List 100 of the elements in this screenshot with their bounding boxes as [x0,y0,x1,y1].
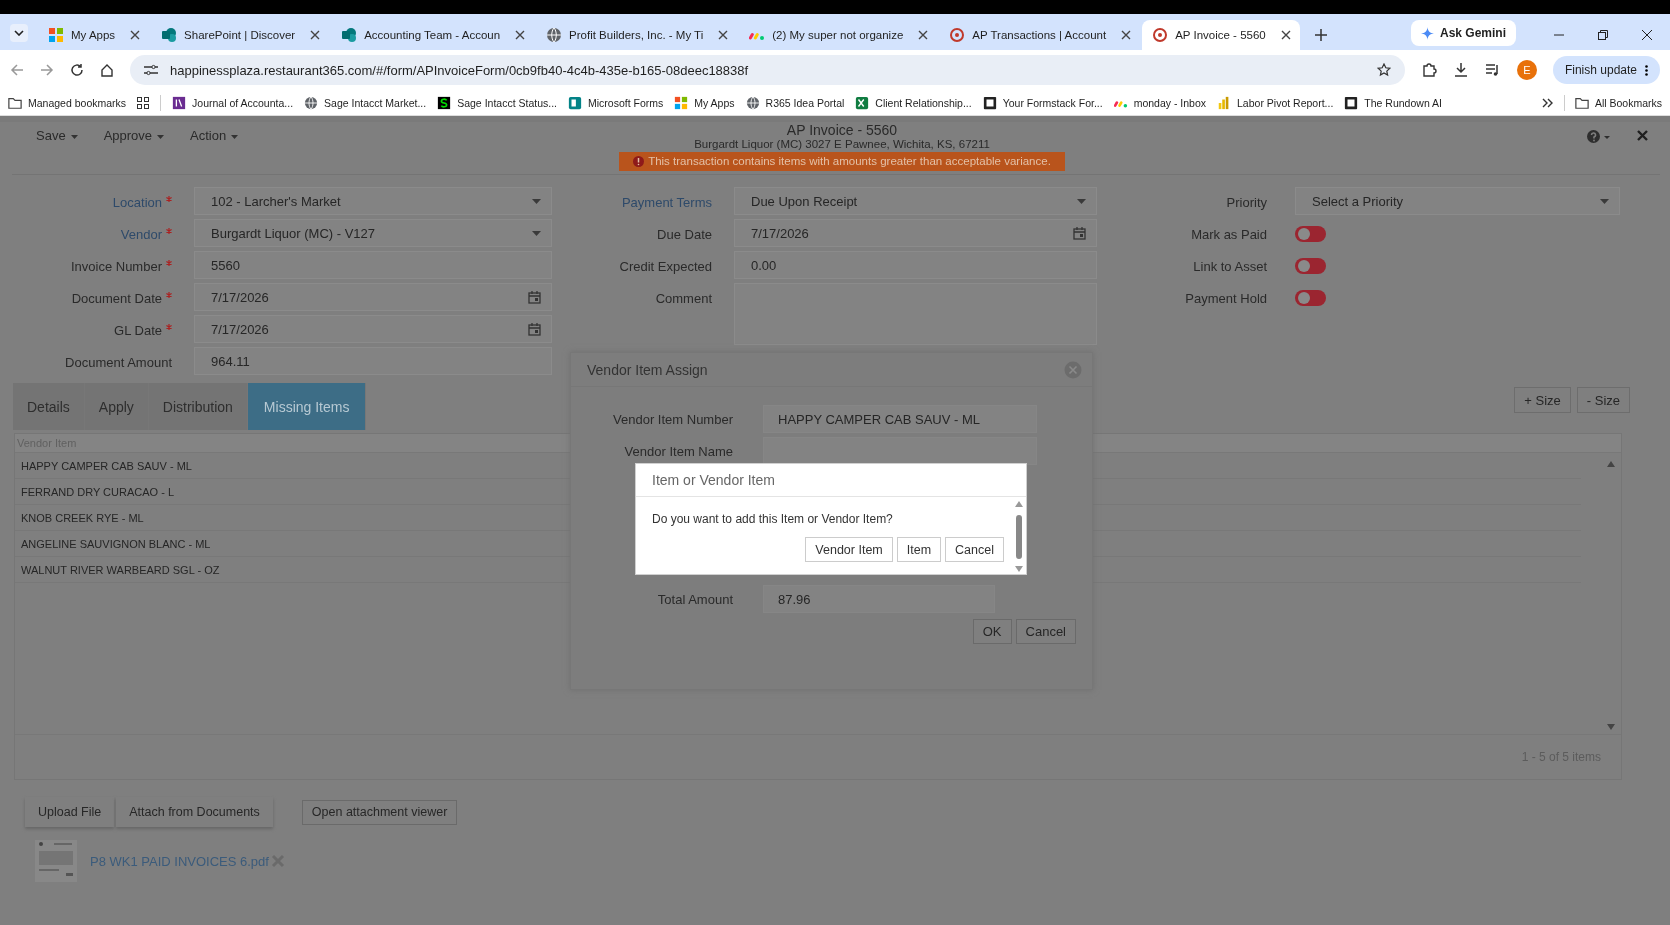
bookmark[interactable]: All Bookmarks [1574,95,1662,110]
calendar-icon[interactable] [528,290,541,304]
bookmark[interactable]: Sage Intacct Market... [304,95,427,110]
attach-button[interactable]: Upload File [25,797,115,827]
select-field[interactable]: 102 - Larcher's Market [194,187,552,215]
more-bookmarks-icon[interactable] [1541,97,1554,108]
input-field[interactable]: 0.00 [734,251,1097,279]
field-label: Comment [654,289,712,308]
calendar-icon[interactable] [528,322,541,336]
close-icon[interactable] [130,30,141,40]
modal-button[interactable]: Cancel [1015,619,1076,644]
apps-icon[interactable] [137,96,150,109]
new-tab-icon[interactable] [1313,28,1328,42]
form-tab[interactable]: Details [13,383,85,430]
bookmark[interactable]: Your Formstack For... [982,95,1103,110]
input-field[interactable]: 87.96 [763,585,995,613]
bookmark[interactable]: Sage Intacct Status... [437,95,557,110]
date-field[interactable]: 7/17/2026 [734,219,1097,247]
dialog-button[interactable]: Item [896,537,942,562]
update-button[interactable]: Finish update [1552,56,1660,84]
close-icon[interactable] [1121,30,1132,40]
field-label: Document Date [12,283,172,313]
bookmark[interactable]: Client Relationship... [855,95,972,110]
extensions-icon[interactable] [1420,62,1437,78]
attach-button[interactable]: Attach from Documents [116,797,273,827]
field-label: Vendor [12,219,172,249]
toggle-switch[interactable] [1295,290,1326,306]
menu-button[interactable]: Save [36,128,78,174]
dialog-button[interactable]: Vendor Item [805,537,893,562]
browser-tab[interactable]: SharePoint | Discover [151,20,330,50]
toggle-switch[interactable] [1295,226,1326,242]
select-field[interactable]: Due Upon Receipt [734,187,1097,215]
browser-tab[interactable]: Accounting Team - Accoun [331,20,535,50]
star-icon[interactable] [1376,63,1391,77]
scrollbar-thumb[interactable] [1016,514,1022,559]
bookmark[interactable]: Microsoft Forms [568,95,664,110]
form-tab[interactable]: Apply [84,383,149,430]
tab-list-button[interactable] [10,24,28,42]
bookmark[interactable]: Managed bookmarks [8,95,127,110]
browser-tab[interactable]: AP Invoice - 5560 [1142,20,1300,50]
close-icon[interactable] [310,30,321,40]
chevron-icon[interactable] [14,30,24,36]
date-field[interactable]: 7/17/2026 [194,283,552,311]
browser-tab[interactable]: My Apps [38,20,150,50]
field-label: Mark as Paid [1190,225,1267,244]
reload-icon[interactable] [70,63,84,77]
profile-avatar[interactable]: E [1516,60,1537,80]
close-icon[interactable] [1642,30,1652,40]
field-label: Invoice Number [12,251,172,281]
browser-tab[interactable]: (2) My super not organize [739,20,938,50]
forward-icon[interactable] [40,63,54,77]
input-field[interactable]: 5560 [194,251,552,279]
scroll-down-icon[interactable] [1015,566,1023,572]
viewer-button[interactable]: Open attachment viewer [301,799,458,825]
document-thumbnail[interactable] [34,839,78,883]
close-icon[interactable] [1280,30,1291,40]
scroll-down-icon[interactable] [1607,724,1615,730]
form-tab[interactable]: Missing Items [247,383,367,430]
toggle-switch[interactable] [1295,258,1326,274]
kebab-icon[interactable] [1645,64,1648,76]
close-icon[interactable] [718,30,729,40]
input-field[interactable]: HAPPY CAMPER CAB SAUV - ML [763,405,1037,433]
modal-button[interactable]: OK [972,619,1012,644]
back-icon[interactable] [10,63,24,77]
input-field[interactable]: 964.11 [194,347,552,375]
calendar-icon[interactable] [1073,226,1086,240]
bookmark[interactable]: Labor Pivot Report... [1217,95,1334,110]
warning-text: This transaction contains items with amounts greater than acceptable variance. [648,155,1051,167]
menu-button[interactable]: Approve [103,128,165,174]
bookmark[interactable]: The Rundown AI [1344,95,1442,110]
scroll-up-icon[interactable] [1607,461,1615,467]
menu-button[interactable]: Action [190,128,239,174]
gemini-button[interactable]: Ask Gemini [1410,20,1516,46]
size-button[interactable]: - Size [1576,387,1630,413]
browser-tab[interactable]: AP Transactions | Account [939,20,1141,50]
site-settings-icon[interactable] [144,64,158,76]
help-icon[interactable] [1587,130,1611,143]
download-icon[interactable] [1452,62,1469,78]
date-field[interactable]: 7/17/2026 [194,315,552,343]
form-tab[interactable]: Distribution [148,383,248,430]
browser-tab[interactable]: Profit Builders, Inc. - My Ti [536,20,738,50]
bookmark[interactable]: My Apps [674,95,735,110]
close-icon[interactable] [515,30,526,40]
bookmark[interactable]: Journal of Accounta... [172,95,294,110]
close-icon[interactable] [918,30,929,40]
bookmark[interactable]: R365 Idea Portal [745,95,845,110]
caret-icon [157,135,165,139]
favicon-icon [1574,95,1589,110]
select-field[interactable]: Burgardt Liquor (MC) - V127 [194,219,552,247]
sparkle-icon [1420,26,1434,40]
size-button[interactable]: + Size [1514,387,1571,413]
restore-icon[interactable] [1598,30,1608,40]
select-field[interactable]: Select a Priority [1295,187,1620,215]
media-icon[interactable] [1484,62,1501,78]
home-icon[interactable] [100,63,114,77]
scroll-up-icon[interactable] [1015,501,1023,507]
address-bar[interactable]: happinessplaza.restaurant365.com/#/form/APInvoiceForm/0cb9fb40-4c4b-435e-b165-08deec18838f [130,55,1405,85]
input-field[interactable] [763,437,1037,465]
dialog-button[interactable]: Cancel [945,537,1004,562]
bookmark[interactable]: monday - Inbox [1113,95,1207,110]
